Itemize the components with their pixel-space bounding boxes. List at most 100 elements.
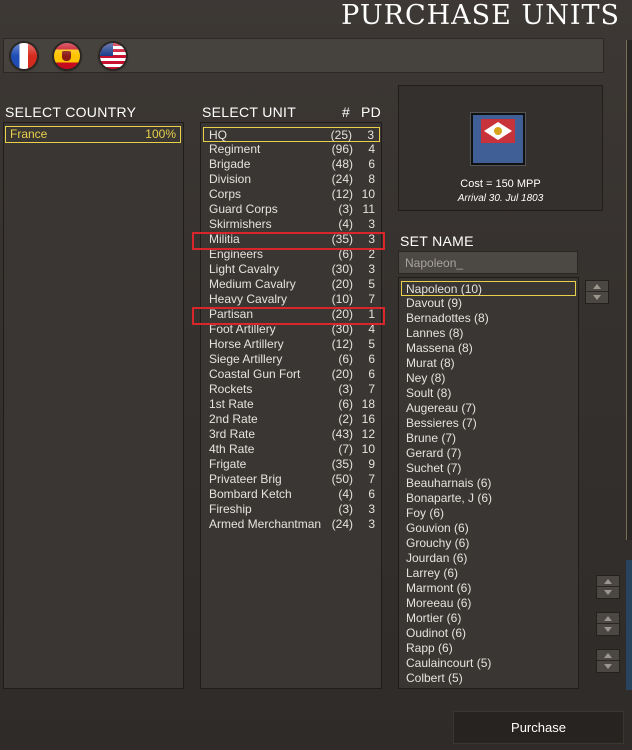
unit-item[interactable]: 4th Rate (7) 10 (203, 442, 380, 457)
unit-count: (10) (331, 292, 353, 306)
unit-pd: 12 (361, 427, 375, 441)
unit-name: Fireship (209, 502, 252, 516)
name-item[interactable]: Ney (8) (401, 371, 576, 386)
name-item[interactable]: Jourdan (6) (401, 551, 576, 566)
unit-pd-column-header: PD (361, 104, 382, 120)
stepper-3[interactable] (596, 649, 620, 673)
unit-count: (20) (331, 367, 353, 381)
name-item[interactable]: Beauharnais (6) (401, 476, 576, 491)
unit-count: (4) (338, 487, 353, 501)
unit-item[interactable]: Bombard Ketch (4) 6 (203, 487, 380, 502)
name-item[interactable]: Augereau (7) (401, 401, 576, 416)
unit-pd: 3 (368, 502, 375, 516)
name-item[interactable]: Suchet (7) (401, 461, 576, 476)
unit-item[interactable]: 3rd Rate (43) 12 (203, 427, 380, 442)
name-item[interactable]: Bessieres (7) (401, 416, 576, 431)
unit-count: (48) (331, 157, 353, 171)
unit-count: (30) (331, 262, 353, 276)
unit-item[interactable]: Skirmishers (4) 3 (203, 217, 380, 232)
name-item[interactable]: Napoleon (10) (401, 281, 576, 296)
unit-item[interactable]: 1st Rate (6) 18 (203, 397, 380, 412)
unit-pd: 8 (368, 172, 375, 186)
stepper-1[interactable] (596, 575, 620, 599)
unit-item[interactable]: Siege Artillery (6) 6 (203, 352, 380, 367)
name-item[interactable]: Bonaparte, J (6) (401, 491, 576, 506)
side-panel-edge-blue (626, 560, 632, 690)
stepper-down-icon[interactable] (597, 624, 619, 635)
unit-item[interactable]: Guard Corps (3) 11 (203, 202, 380, 217)
unit-item[interactable]: Corps (12) 10 (203, 187, 380, 202)
usa-flag-icon[interactable] (100, 43, 126, 69)
spain-flag-icon[interactable] (54, 43, 80, 69)
side-panel-edge (626, 40, 632, 540)
name-item[interactable]: Davout (9) (401, 296, 576, 311)
unit-item[interactable]: Heavy Cavalry (10) 7 (203, 292, 380, 307)
unit-count: (24) (331, 172, 353, 186)
unit-item[interactable]: Frigate (35) 9 (203, 457, 380, 472)
unit-count: (12) (331, 337, 353, 351)
name-item[interactable]: Marmont (6) (401, 581, 576, 596)
unit-count: (24) (331, 517, 353, 531)
country-item-france[interactable]: France 100% (5, 126, 181, 143)
name-item[interactable]: Lannes (8) (401, 326, 576, 341)
unit-item[interactable]: Fireship (3) 3 (203, 502, 380, 517)
scroll-down-icon[interactable] (586, 292, 608, 303)
name-item[interactable]: Foy (6) (401, 506, 576, 521)
unit-item[interactable]: Armed Merchantman (24) 3 (203, 517, 380, 532)
page-title: PURCHASE UNITS (341, 0, 620, 31)
country-name: France (10, 127, 48, 141)
name-list-scroll-spinner[interactable] (585, 280, 609, 304)
unit-pd: 4 (368, 142, 375, 156)
highlight-box-partisan (192, 307, 385, 325)
scroll-up-icon[interactable] (586, 281, 608, 292)
unit-count: (2) (338, 412, 353, 426)
unit-item[interactable]: Medium Cavalry (20) 5 (203, 277, 380, 292)
name-item[interactable]: Mortier (6) (401, 611, 576, 626)
unit-name: HQ (209, 128, 227, 142)
unit-item[interactable]: Rockets (3) 7 (203, 382, 380, 397)
unit-item[interactable]: Regiment (96) 4 (203, 142, 380, 157)
unit-item[interactable]: Coastal Gun Fort (20) 6 (203, 367, 380, 382)
stepper-up-icon[interactable] (597, 650, 619, 661)
unit-item[interactable]: Privateer Brig (50) 7 (203, 472, 380, 487)
name-item[interactable]: Murat (8) (401, 356, 576, 371)
unit-count-column-header: # (342, 104, 351, 120)
set-name-input[interactable] (398, 251, 578, 274)
name-item[interactable]: Oudinot (6) (401, 626, 576, 641)
unit-item[interactable]: Light Cavalry (30) 3 (203, 262, 380, 277)
name-item[interactable]: Grouchy (6) (401, 536, 576, 551)
unit-name: Regiment (209, 142, 261, 156)
unit-item[interactable]: HQ (25) 3 (203, 127, 380, 142)
unit-item[interactable]: Horse Artillery (12) 5 (203, 337, 380, 352)
stepper-down-icon[interactable] (597, 661, 619, 672)
stepper-2[interactable] (596, 612, 620, 636)
unit-item[interactable]: Brigade (48) 6 (203, 157, 380, 172)
unit-count: (12) (331, 187, 353, 201)
name-item[interactable]: Soult (8) (401, 386, 576, 401)
unit-pd: 3 (368, 217, 375, 231)
name-item[interactable]: Rapp (6) (401, 641, 576, 656)
select-country-header: SELECT COUNTRY (5, 104, 137, 120)
stepper-up-icon[interactable] (597, 613, 619, 624)
name-item[interactable]: Gouvion (6) (401, 521, 576, 536)
unit-item[interactable]: 2nd Rate (2) 16 (203, 412, 380, 427)
name-item[interactable]: Moreeau (6) (401, 596, 576, 611)
name-item[interactable]: Caulaincourt (5) (401, 656, 576, 671)
unit-item[interactable]: Division (24) 8 (203, 172, 380, 187)
france-flag-icon[interactable] (11, 43, 37, 69)
unit-pd: 10 (361, 442, 375, 456)
unit-arrival: Arrival 30. Jul 1803 (457, 193, 544, 204)
name-item[interactable]: Colbert (5) (401, 671, 576, 686)
stepper-down-icon[interactable] (597, 587, 619, 598)
unit-count: (20) (331, 277, 353, 291)
name-item[interactable]: Gerard (7) (401, 446, 576, 461)
stepper-up-icon[interactable] (597, 576, 619, 587)
name-item[interactable]: Bernadottes (8) (401, 311, 576, 326)
purchase-button[interactable]: Purchase (453, 711, 624, 744)
name-item[interactable]: Massena (8) (401, 341, 576, 356)
name-item[interactable]: Brune (7) (401, 431, 576, 446)
unit-name: Light Cavalry (209, 262, 280, 276)
name-item[interactable]: Larrey (6) (401, 566, 576, 581)
unit-count: (50) (331, 472, 353, 486)
unit-count: (25) (330, 128, 352, 142)
